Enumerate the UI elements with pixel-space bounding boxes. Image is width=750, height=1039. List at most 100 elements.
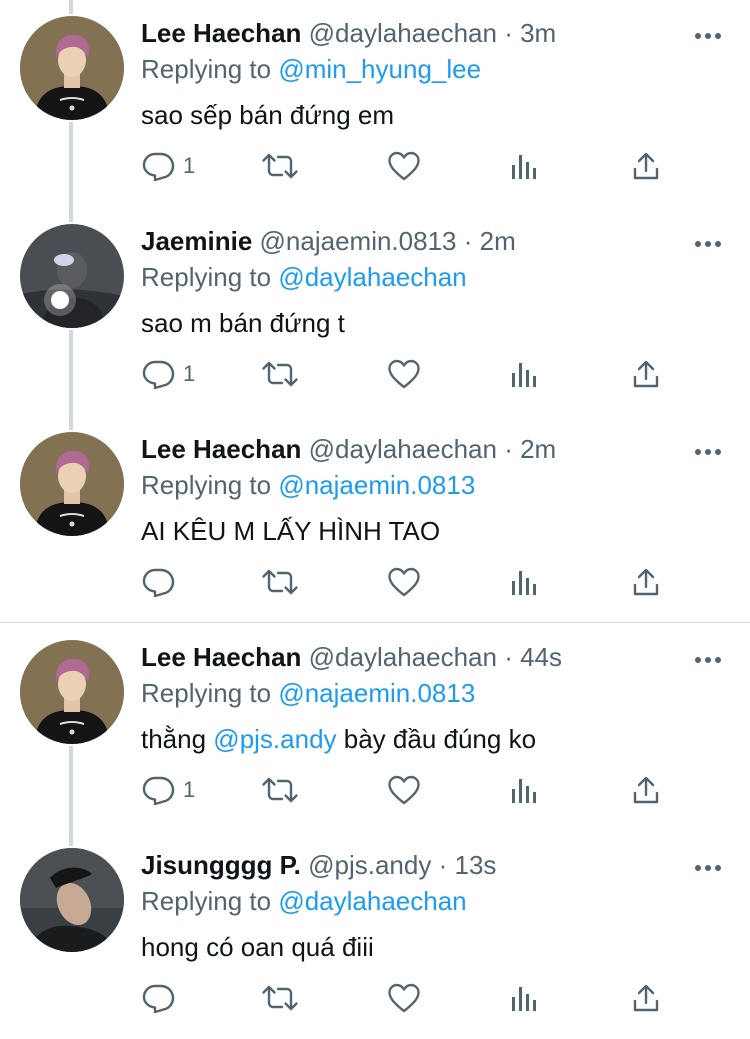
separator-dot: · [504, 18, 513, 48]
replying-to-mention[interactable]: @daylahaechan [278, 262, 466, 292]
display-name[interactable]: Lee Haechan [141, 434, 301, 464]
timestamp[interactable]: 2m [520, 434, 556, 464]
views-icon [509, 151, 539, 181]
timestamp[interactable]: 13s [454, 850, 496, 880]
tweet-text-part: sao m bán đứng t [141, 308, 345, 338]
like-button[interactable] [387, 354, 421, 394]
like-button[interactable] [387, 562, 421, 602]
replying-to-mention[interactable]: @min_hyung_lee [278, 54, 481, 84]
reply-button[interactable]: 1 [141, 354, 195, 394]
more-icon[interactable] [694, 860, 722, 871]
tweet[interactable]: Lee Haechan @daylahaechan · 2m Replying … [0, 416, 750, 622]
separator-dot: · [463, 226, 473, 256]
like-button[interactable] [387, 146, 421, 186]
reply-button[interactable]: 1 [141, 770, 195, 810]
more-icon[interactable] [694, 652, 722, 663]
display-name[interactable]: Jisungggg P. [141, 850, 301, 880]
retweet-button[interactable] [261, 354, 299, 394]
views-button[interactable] [509, 978, 539, 1018]
heart-icon [387, 982, 421, 1014]
handle[interactable]: @daylahaechan [309, 434, 497, 464]
share-button[interactable] [631, 146, 661, 186]
avatar[interactable] [20, 16, 124, 120]
reply-icon [141, 149, 175, 183]
handle[interactable]: @pjs.andy [308, 850, 431, 880]
replying-to: Replying to @daylahaechan [141, 260, 467, 294]
action-bar: 1 [141, 146, 681, 186]
replying-to: Replying to @min_hyung_lee [141, 52, 481, 86]
share-button[interactable] [631, 770, 661, 810]
reply-count: 1 [183, 361, 196, 386]
share-icon [631, 151, 661, 181]
tweet-text: AI KÊU M LẤY HÌNH TAO [141, 514, 440, 548]
tweet[interactable]: Lee Haechan @daylahaechan · 44s Replying… [0, 624, 750, 832]
views-button[interactable] [509, 354, 539, 394]
more-icon[interactable] [694, 28, 722, 39]
more-icon[interactable] [694, 444, 722, 455]
more-icon[interactable] [694, 236, 722, 247]
action-bar [141, 562, 681, 602]
avatar[interactable] [20, 432, 124, 536]
display-name[interactable]: Jaeminie [141, 226, 252, 256]
tweet[interactable]: Jaeminie @najaemin.0813 · 2m Replying to… [0, 208, 750, 416]
tweet-text-part: sao sếp bán đứng em [141, 100, 395, 130]
tweet-header: Jaeminie @najaemin.0813 · 2m [141, 224, 516, 258]
avatar[interactable] [20, 848, 124, 952]
reply-button[interactable] [141, 562, 183, 602]
share-icon [631, 775, 661, 805]
reply-count: 1 [183, 777, 196, 802]
retweet-icon [261, 775, 299, 805]
retweet-button[interactable] [261, 146, 299, 186]
reply-button[interactable]: 1 [141, 146, 195, 186]
views-button[interactable] [509, 562, 539, 602]
display-name[interactable]: Lee Haechan [141, 18, 301, 48]
share-button[interactable] [631, 978, 661, 1018]
share-button[interactable] [631, 562, 661, 602]
replying-to-mention[interactable]: @daylahaechan [278, 886, 466, 916]
share-icon [631, 983, 661, 1013]
heart-icon [387, 774, 421, 806]
tweet-header: Jisungggg P. @pjs.andy · 13s [141, 848, 496, 882]
retweet-button[interactable] [261, 978, 299, 1018]
views-button[interactable] [509, 146, 539, 186]
replying-to-label: Replying to [141, 54, 272, 84]
views-button[interactable] [509, 770, 539, 810]
display-name[interactable]: Lee Haechan [141, 642, 301, 672]
like-button[interactable] [387, 978, 421, 1018]
share-button[interactable] [631, 354, 661, 394]
replying-to: Replying to @najaemin.0813 [141, 468, 475, 502]
heart-icon [387, 566, 421, 598]
inline-mention[interactable]: @pjs.andy [213, 724, 336, 754]
handle[interactable]: @daylahaechan [309, 642, 497, 672]
heart-icon [387, 150, 421, 182]
tweet-text: sao m bán đứng t [141, 306, 345, 340]
replying-to-label: Replying to [141, 262, 272, 292]
timestamp[interactable]: 2m [480, 226, 516, 256]
timestamp[interactable]: 3m [520, 18, 556, 48]
separator-dot: · [504, 434, 513, 464]
replying-to: Replying to @daylahaechan [141, 884, 467, 918]
views-icon [509, 359, 539, 389]
avatar[interactable] [20, 640, 124, 744]
replying-to-label: Replying to [141, 470, 272, 500]
separator-dot: · [438, 850, 448, 880]
timestamp[interactable]: 44s [520, 642, 562, 672]
tweet[interactable]: Jisungggg P. @pjs.andy · 13s Replying to… [0, 832, 750, 1039]
replying-to-mention[interactable]: @najaemin.0813 [278, 678, 475, 708]
replying-to-label: Replying to [141, 886, 272, 916]
like-button[interactable] [387, 770, 421, 810]
share-icon [631, 567, 661, 597]
tweet-text-part: hong có oan quá điii [141, 932, 374, 962]
tweet-header: Lee Haechan @daylahaechan · 2m [141, 432, 556, 466]
replying-to-mention[interactable]: @najaemin.0813 [278, 470, 475, 500]
tweet[interactable]: Lee Haechan @daylahaechan · 3m Replying … [0, 0, 750, 208]
tweet-text-part: thằng [141, 724, 214, 754]
views-icon [509, 775, 539, 805]
retweet-button[interactable] [261, 770, 299, 810]
avatar[interactable] [20, 224, 124, 328]
retweet-button[interactable] [261, 562, 299, 602]
retweet-icon [261, 567, 299, 597]
handle[interactable]: @daylahaechan [309, 18, 497, 48]
handle[interactable]: @najaemin.0813 [260, 226, 457, 256]
reply-button[interactable] [141, 978, 183, 1018]
